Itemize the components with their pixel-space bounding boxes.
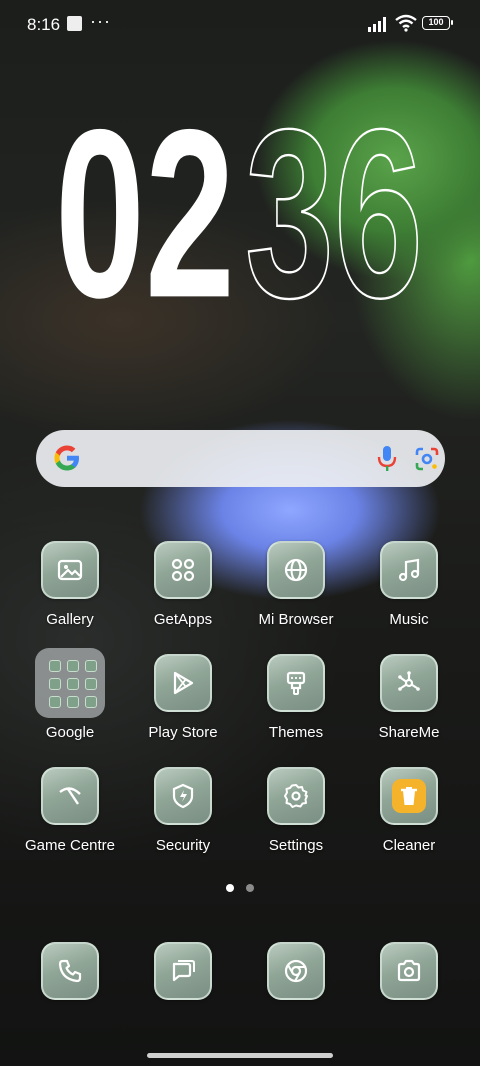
gallery-icon xyxy=(41,541,99,599)
app-mi-browser[interactable]: Mi Browser xyxy=(241,541,351,641)
google-logo-icon xyxy=(54,445,79,471)
app-label: Google xyxy=(45,724,95,741)
status-time: 8:16 xyxy=(27,15,61,34)
dock-phone[interactable] xyxy=(41,942,99,1000)
game-icon xyxy=(41,767,99,825)
app-gallery[interactable]: Gallery xyxy=(15,541,125,641)
trash-icon xyxy=(380,767,438,825)
app-security[interactable]: Security xyxy=(128,767,238,867)
more-notifications-icon: ··· xyxy=(90,11,111,31)
battery-icon: 100 xyxy=(422,16,453,30)
app-label: Gallery xyxy=(46,611,94,628)
wifi-icon xyxy=(395,14,417,32)
notification-icon xyxy=(67,16,82,31)
app-settings[interactable]: Settings xyxy=(241,767,351,867)
clock-minutes: 36 xyxy=(245,79,423,310)
messages-icon xyxy=(154,942,212,1000)
app-label: Game Centre xyxy=(24,837,116,854)
app-themes[interactable]: Themes xyxy=(241,654,351,754)
app-game-centre[interactable]: Game Centre xyxy=(15,767,125,867)
app-label: Music xyxy=(389,611,429,628)
app-label: ShareMe xyxy=(378,724,440,741)
page-dot-active xyxy=(226,884,234,892)
gear-icon xyxy=(267,767,325,825)
gesture-home-bar[interactable] xyxy=(147,1053,333,1058)
shield-bolt-icon xyxy=(154,767,212,825)
dock-chrome[interactable] xyxy=(267,942,325,1000)
dock-messages[interactable] xyxy=(154,942,212,1000)
share-network-icon xyxy=(380,654,438,712)
app-label: Mi Browser xyxy=(258,611,334,628)
page-dot xyxy=(246,884,254,892)
signal-icon xyxy=(368,17,386,32)
app-play-store[interactable]: Play Store xyxy=(128,654,238,754)
play-store-icon xyxy=(154,654,212,712)
dock-camera[interactable] xyxy=(380,942,438,1000)
camera-icon xyxy=(380,942,438,1000)
folder-google[interactable]: Google xyxy=(15,648,125,754)
app-label: Themes xyxy=(268,724,324,741)
status-bar: 8:16 ··· 100 xyxy=(0,0,480,48)
globe-icon xyxy=(267,541,325,599)
app-label: Settings xyxy=(268,837,324,854)
phone-icon xyxy=(41,942,99,1000)
voice-search-icon[interactable] xyxy=(376,445,398,473)
getapps-icon xyxy=(154,541,212,599)
google-lens-icon[interactable] xyxy=(414,446,440,472)
app-shareme[interactable]: ShareMe xyxy=(354,654,464,754)
clock-widget[interactable]: 02 36 xyxy=(55,70,435,349)
app-label: Play Store xyxy=(148,724,218,741)
app-cleaner[interactable]: Cleaner xyxy=(354,767,464,867)
page-indicator xyxy=(226,884,256,892)
clock-hours: 02 xyxy=(55,79,235,310)
google-search-bar[interactable] xyxy=(36,430,445,487)
chrome-icon xyxy=(267,942,325,1000)
brush-icon xyxy=(267,654,325,712)
app-music[interactable]: Music xyxy=(354,541,464,641)
music-note-icon xyxy=(380,541,438,599)
app-label: Cleaner xyxy=(382,837,436,854)
folder-icon xyxy=(35,648,105,718)
app-getapps[interactable]: GetApps xyxy=(128,541,238,641)
app-label: Security xyxy=(155,837,211,854)
app-label: GetApps xyxy=(153,611,213,628)
